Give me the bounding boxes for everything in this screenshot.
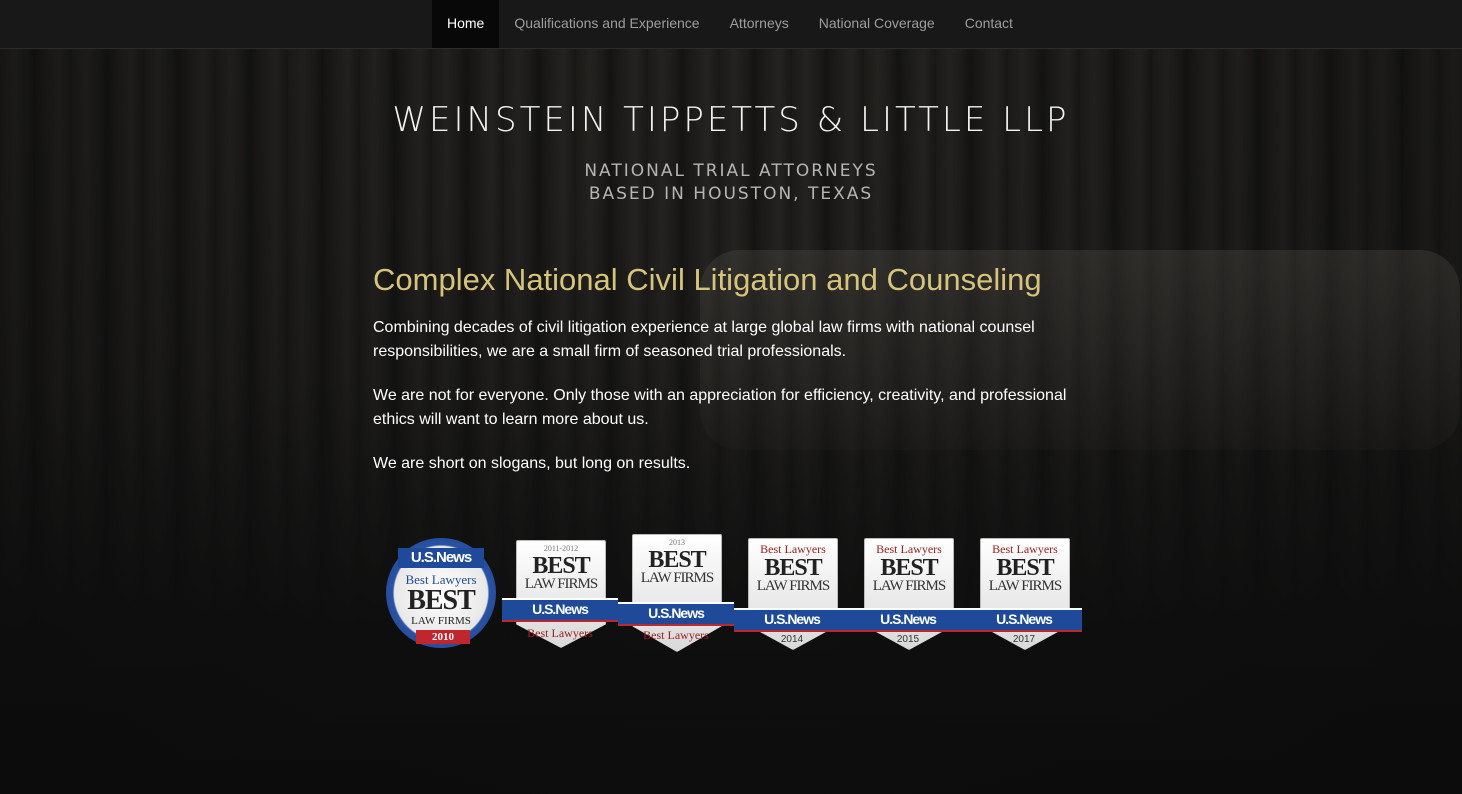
badge-year: 2015 [896,634,920,645]
badge-top-label: 2013 [669,538,685,547]
award-badge-2010: U.S.News Best Lawyers BEST LAW FIRMS 201… [386,538,496,648]
firm-name: WEINSTEIN TIPPETTS & LITTLE LLP [392,100,1070,140]
badge-bottom-label: Best Lawyers [527,626,593,640]
award-badge-2015: Best Lawyers BEST LAW FIRMS U.S.News 201… [850,538,966,650]
badge-ribbon: U.S.News [618,602,734,626]
nav-item-national-coverage[interactable]: National Coverage [804,0,950,48]
nav-item-contact[interactable]: Contact [950,0,1028,48]
award-seal: U.S.News Best Lawyers BEST LAW FIRMS 201… [386,538,496,648]
badge-category: LAW FIRMS [988,578,1062,594]
badge-ribbon: U.S.News [966,608,1082,632]
badge-title: BEST [648,547,706,573]
badge-ribbon: U.S.News [502,598,618,622]
tagline-line-2: BASED IN HOUSTON, TEXAS [588,184,874,204]
main-content: WEINSTEIN TIPPETTS & LITTLE LLP NATIONAL… [0,0,1462,794]
badge-top-label: 2011-2012 [543,544,579,553]
badge-category: LAW FIRMS [640,570,714,586]
award-badge-2017: Best Lawyers BEST LAW FIRMS U.S.News 201… [966,538,1082,650]
tagline-line-1: NATIONAL TRIAL ATTORNEYS [584,161,878,181]
badge-category: LAW FIRMS [411,615,471,627]
badge-top-label: Best Lawyers [992,542,1058,556]
nav-item-qualifications[interactable]: Qualifications and Experience [499,0,714,48]
award-badge-2014: Best Lawyers BEST LAW FIRMS U.S.News 201… [734,538,850,650]
page-headline: Complex National Civil Litigation and Co… [373,262,1042,297]
badge-year: 2014 [780,634,804,645]
badge-title: BEST [407,585,476,616]
nav-item-home[interactable]: Home [432,0,500,48]
badge-top-label: Best Lawyers [876,542,942,556]
badge-title: BEST [764,555,822,581]
award-badge-2011-2012: 2011-2012 BEST LAW FIRMS U.S.News Best L… [502,540,618,648]
badge-year: 2010 [416,630,470,644]
badge-title: BEST [532,553,590,579]
awards-badges: U.S.News Best Lawyers BEST LAW FIRMS 201… [386,532,1086,662]
badge-ribbon: U.S.News [850,608,966,632]
nav-menu: Home Qualifications and Experience Attor… [432,0,1028,48]
badge-top-label: Best Lawyers [760,542,826,556]
nav-item-attorneys[interactable]: Attorneys [715,0,804,48]
badge-title: BEST [880,555,938,581]
badge-category: LAW FIRMS [872,578,946,594]
intro-paragraph-2: We are not for everyone. Only those with… [373,387,1067,428]
badge-category: LAW FIRMS [756,578,830,594]
firm-tagline: NATIONAL TRIAL ATTORNEYS BASED IN HOUSTO… [0,160,1462,206]
badge-ribbon: U.S.News [734,608,850,632]
badge-year: 2017 [1012,634,1036,645]
award-badge-2013: 2013 BEST LAW FIRMS U.S.News Best Lawyer… [618,534,734,652]
top-navbar: Home Qualifications and Experience Attor… [0,0,1462,49]
badge-bottom-label: Best Lawyers [643,628,709,642]
badge-title: BEST [996,555,1054,581]
badge-category: LAW FIRMS [524,576,598,592]
intro-paragraph-1: Combining decades of civil litigation ex… [373,319,1035,360]
intro-paragraph-3: We are short on slogans, but long on res… [373,455,691,472]
badge-publisher: U.S.News [398,548,484,568]
